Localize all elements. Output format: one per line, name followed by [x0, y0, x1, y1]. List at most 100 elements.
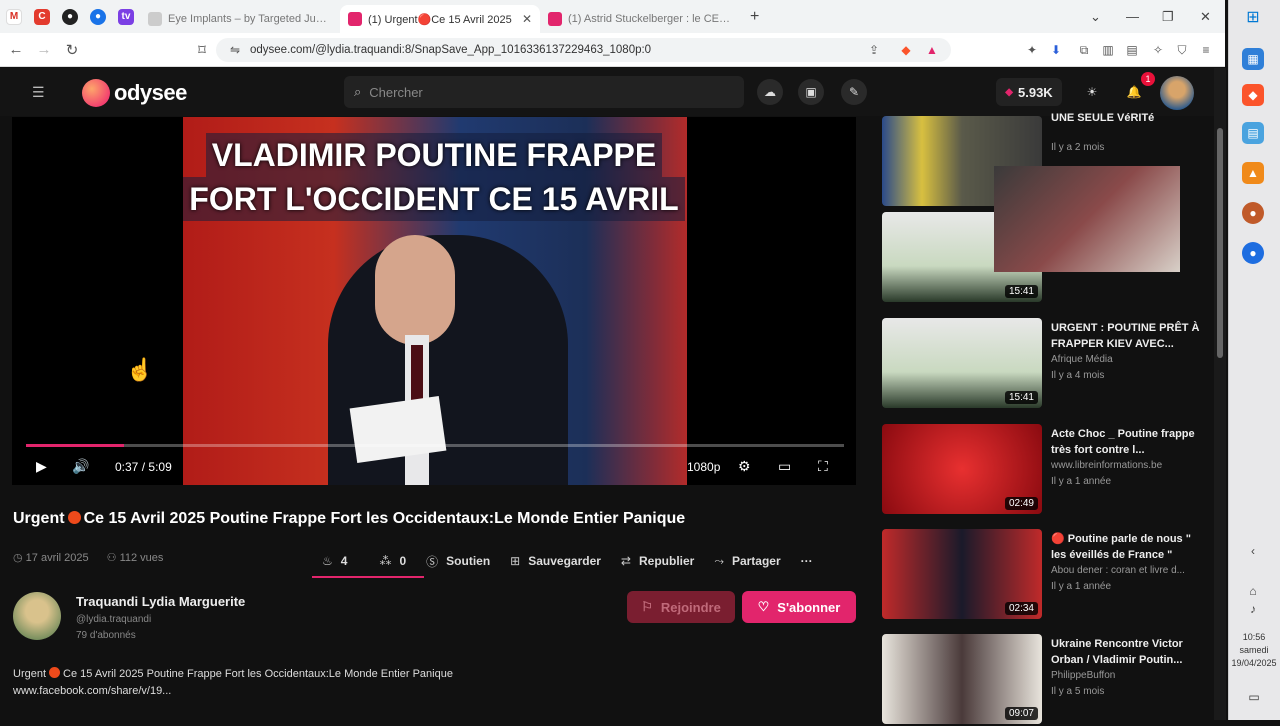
user-avatar[interactable] [1160, 76, 1194, 110]
share-icon[interactable]: ⇪ [866, 42, 882, 58]
tray-chevron-icon[interactable]: ‹ [1242, 540, 1264, 562]
more-button[interactable]: ··· [791, 546, 823, 576]
overlay-webcam [994, 166, 1180, 272]
share-button[interactable]: ⤳ Partager [704, 546, 790, 576]
support-button[interactable]: Ⓢ Soutien [416, 546, 500, 576]
channel-handle[interactable]: @lydia.traquandi [76, 614, 151, 625]
recommendation-item[interactable]: 15:41 URGENT : POUTINE PRÊT À FRAPPER KI… [882, 318, 1212, 410]
pinned-tab-circle[interactable]: ● [84, 0, 112, 33]
quality-label[interactable]: 1080p [687, 460, 720, 474]
play-icon[interactable]: ▶ [36, 458, 47, 475]
app-icon[interactable]: ▤ [1242, 122, 1264, 144]
hamburger-menu-icon[interactable]: ☰ [32, 84, 45, 101]
upload-icon[interactable]: ☁ [757, 79, 783, 105]
credits-icon: ◆ [1005, 86, 1013, 98]
extension-puzzle-icon[interactable]: ✦ [1024, 42, 1040, 58]
sidebar-icon[interactable]: ▥ [1100, 42, 1116, 58]
tab-list-icon[interactable]: ⌄ [1090, 0, 1101, 33]
channel-name[interactable]: Traquandi Lydia Marguerite [76, 594, 245, 609]
recommendation-item[interactable]: 02:34 🔴 Poutine parle de nous " les évei… [882, 529, 1212, 621]
video-title: Urgent Ce 15 Avril 2025 Poutine Frappe Fo… [13, 510, 686, 527]
pinned-tab-tv[interactable]: tv [112, 0, 140, 33]
rec-thumbnail: 15:41 [882, 318, 1042, 408]
create-post-icon[interactable]: ✎ [841, 79, 867, 105]
app-orange-icon[interactable]: ● [1242, 202, 1264, 224]
join-icon: ⚐ [641, 599, 653, 614]
channel-avatar[interactable] [13, 592, 61, 640]
publish-date: ◷ 17 avril 2025 [13, 552, 89, 564]
rec-channel: www.libreinformations.be [1051, 460, 1163, 471]
github-icon: ● [62, 8, 78, 25]
new-tab-button[interactable]: + [750, 8, 759, 26]
forward-icon[interactable]: → [32, 41, 56, 58]
volume-icon[interactable]: 🔊 [72, 458, 89, 475]
close-window-icon[interactable]: ✕ [1200, 0, 1211, 33]
page-favicon-icon [148, 12, 162, 26]
notification-badge: 1 [1141, 72, 1155, 86]
brave-browser-icon[interactable]: ◆ [1242, 84, 1264, 106]
extensions-icon[interactable]: ⧉ [1076, 42, 1092, 58]
rec-channel: Afrique Média [1051, 354, 1113, 365]
theme-toggle-icon[interactable]: ☀ [1079, 79, 1105, 105]
fullscreen-icon[interactable]: ⛶ [818, 458, 828, 475]
speaker-icon[interactable]: ♪ [1242, 598, 1264, 620]
tab-bar: M C ● ● tv Eye Implants – by Targeted Ju… [0, 0, 1225, 33]
fire-button[interactable]: ♨ 4 [312, 546, 357, 576]
heart-icon: ♡ [757, 599, 770, 614]
pinned-tab-github[interactable]: ● [56, 0, 84, 33]
brave-shield-icon[interactable]: ◆ [898, 42, 914, 58]
clock-time[interactable]: 10:56 [1228, 632, 1280, 642]
file-explorer-icon[interactable]: ▦ [1242, 48, 1264, 70]
reload-icon[interactable]: ↻ [60, 41, 84, 59]
tab-urgent[interactable]: (1) Urgent🔴Ce 15 Avril 2025 ✕ [340, 5, 540, 33]
save-button[interactable]: ⊞ Sauvegarder [500, 546, 611, 576]
url-field[interactable]: odysee.com/@lydia.traquandi:8/SnapSave_A… [216, 38, 951, 62]
rec-channel: Abou dener : coran et livre d... [1051, 565, 1185, 576]
back-icon[interactable]: ← [4, 41, 28, 58]
recommendation-item[interactable]: 02:49 Acte Choc _ Poutine frappe très fo… [882, 424, 1212, 516]
notifications-center-icon[interactable]: ▭ [1228, 690, 1280, 704]
odysee-logo[interactable]: odysee [82, 79, 187, 107]
circle-icon: ● [90, 8, 106, 25]
menu-icon[interactable]: ≡ [1198, 42, 1214, 58]
join-button[interactable]: ⚐ Rejoindre [627, 591, 735, 623]
settings-gear-icon[interactable]: ⚙ [738, 458, 751, 475]
search-input[interactable] [369, 84, 700, 100]
video-player[interactable]: VLADIMIR POUTINE FRAPPE FORT L'OCCIDENT … [12, 117, 856, 485]
subscribe-button[interactable]: ♡ S'abonner [742, 591, 856, 623]
repost-button[interactable]: ⇄ Republier [611, 546, 704, 576]
scrollbar-thumb[interactable] [1217, 128, 1223, 358]
maximize-icon[interactable]: ❐ [1162, 0, 1174, 33]
tab-eye-implants[interactable]: Eye Implants – by Targeted Justice, [140, 5, 340, 33]
search-bar: ⌕ [344, 76, 744, 108]
rec-duration: 15:41 [1004, 285, 1038, 298]
slime-button[interactable]: ⁂ 0 [369, 546, 416, 576]
odysee-favicon-icon [348, 12, 362, 26]
leo-icon[interactable]: ✧ [1150, 42, 1166, 58]
pinned-tab-gmail[interactable]: M [0, 0, 28, 33]
minimize-icon[interactable]: — [1126, 0, 1139, 33]
recommendation-item[interactable]: 09:07 Ukraine Rencontre Victor Orban / V… [882, 634, 1212, 726]
pinned-tab-c[interactable]: C [28, 0, 56, 33]
credits-balance[interactable]: ◆ 5.93K [996, 78, 1062, 106]
facebook-link[interactable]: www.facebook.com/share/v/19... [13, 683, 453, 700]
close-tab-icon[interactable]: ✕ [522, 12, 532, 26]
bookmark-icon[interactable]: ⌑ [190, 41, 214, 59]
rec-title: Acte Choc _ Poutine frappe très fort con… [1051, 428, 1195, 456]
vlc-icon[interactable]: ▲ [1242, 162, 1264, 184]
page-scrollbar[interactable] [1214, 68, 1226, 720]
rec-duration: 02:49 [1004, 497, 1038, 510]
action-bar: ♨ 4 ⁂ 0 Ⓢ Soutien ⊞ Sauvegarder ⇄ Republier ⤳… [312, 546, 823, 576]
theater-mode-icon[interactable]: ▭ [778, 458, 791, 475]
red-circle-icon [67, 511, 81, 524]
app-blue-icon[interactable]: ● [1242, 242, 1264, 264]
wallet-icon[interactable]: ▤ [1124, 42, 1140, 58]
windows-start-icon[interactable]: ⊞ [1242, 6, 1264, 28]
progress-bar[interactable] [26, 444, 844, 447]
download-icon[interactable]: ⬇ [1048, 42, 1064, 58]
site-info-icon[interactable]: ⇋ [227, 42, 243, 58]
go-live-icon[interactable]: ▣ [798, 79, 824, 105]
tab-astrid[interactable]: (1) Astrid Stuckelberger : le CERN [540, 5, 740, 33]
brave-rewards-icon[interactable]: ▲ [924, 42, 940, 58]
vpn-icon[interactable]: ⛉ [1174, 42, 1190, 58]
